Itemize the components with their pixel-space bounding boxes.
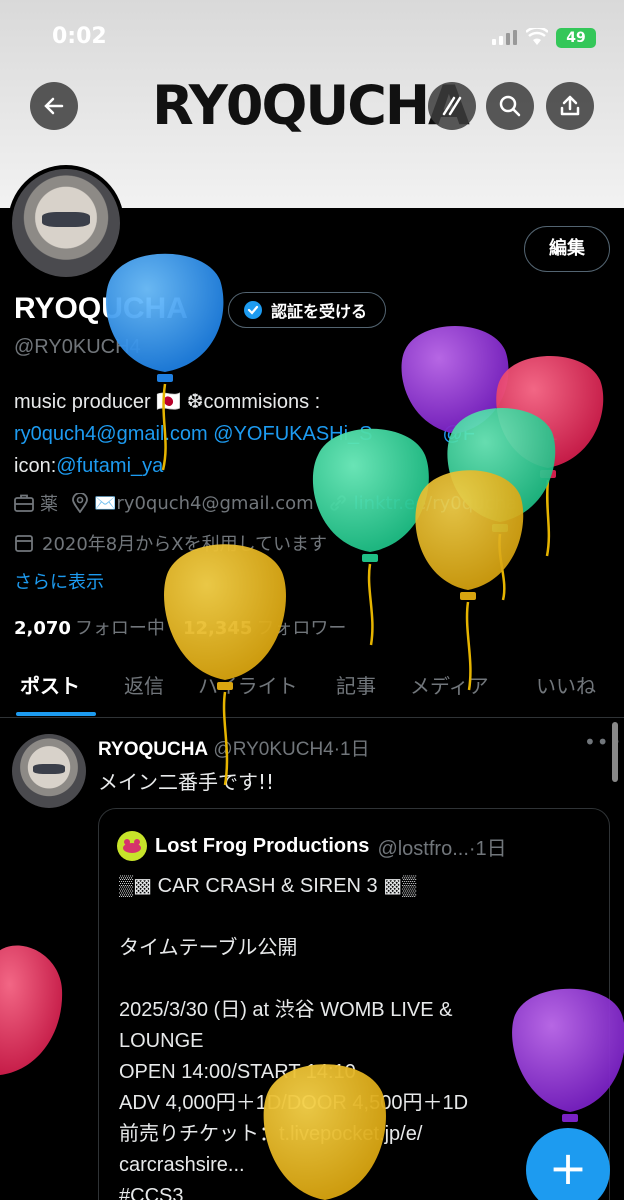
quote-author: Lost Frog Productions (155, 834, 370, 857)
scrollbar[interactable] (612, 722, 618, 782)
arrow-left-icon (44, 97, 64, 115)
post-author[interactable]: RYOQUCHA (98, 739, 208, 760)
profile-handle: @RY0KUCH4 (14, 336, 141, 358)
status-bar: 0:02 49 (0, 22, 624, 52)
tab-likes[interactable]: いいね (536, 670, 596, 699)
tab-replies[interactable]: 返信 (124, 670, 164, 699)
show-more-link[interactable]: さらに表示 (14, 568, 104, 594)
grok-icon (442, 96, 462, 116)
following-link[interactable]: 2,070 フォロー中 (14, 614, 165, 640)
svg-text:RY0QUCHA: RY0QUCHA (152, 74, 470, 137)
briefcase-icon (14, 494, 34, 512)
post-text: メイン二番手です!! (98, 770, 275, 794)
share-icon (560, 95, 580, 116)
quote-line: ADV 4,000円＋1D/DOOR 4,500円＋1D (119, 1092, 469, 1114)
battery-indicator: 49 (556, 28, 596, 48)
bio-line: icon:@futami_ya (14, 455, 164, 477)
quote-line: carcrashsire... (119, 1154, 245, 1176)
tab-media[interactable]: メディア (410, 670, 489, 699)
tab-highlights[interactable]: ハイライト (198, 670, 298, 699)
edit-profile-button[interactable]: 編集 (524, 226, 610, 272)
tab-posts[interactable]: ポスト (20, 670, 80, 699)
verify-label: 認証を受ける (271, 302, 368, 321)
bio-mention-link[interactable]: @YOFUKASHi_S (213, 423, 372, 445)
quote-handle-time: @lostfro...·1日 (377, 837, 507, 860)
tab-articles[interactable]: 記事 (336, 670, 376, 699)
quote-line (119, 902, 589, 933)
wifi-icon (526, 28, 548, 45)
search-button[interactable] (486, 82, 534, 130)
display-name: RYOQUCHA (14, 292, 188, 325)
profile-meta: 薬 ✉️ry0quch4@gmail.com linktr.ee/ry0quch… (14, 490, 517, 516)
quote-line: 前売りチケット：t.livepocket.jp/e/ (119, 1123, 423, 1145)
quote-line (119, 964, 589, 995)
quote-body: ▒▩ CAR CRASH & SIREN 3 ▩▒ タイムテーブル公開 2025… (119, 871, 589, 1200)
calendar-icon (15, 535, 33, 552)
cellular-signal-icon (492, 30, 517, 45)
profile-avatar[interactable] (8, 165, 124, 281)
quote-line: ▒▩ CAR CRASH & SIREN 3 ▩▒ (119, 875, 417, 897)
follow-stats: 2,070 フォロー中 12,345 フォロワー (14, 614, 346, 640)
bio-icon-link[interactable]: @futami_ya (56, 455, 163, 477)
followers-link[interactable]: 12,345 フォロワー (183, 614, 346, 640)
link-icon (329, 495, 346, 511)
quoted-post[interactable]: Lost Frog Productions @lostfro...·1日 ▒▩ … (98, 808, 610, 1200)
bio-mention-link[interactable]: @F LL (443, 423, 558, 445)
grok-button[interactable] (428, 82, 476, 130)
join-date: 2020年8月からXを利用しています (14, 530, 327, 556)
bio-line: music producer 🇯🇵 ❆commisions : (14, 391, 321, 413)
search-icon (499, 95, 521, 117)
back-button[interactable] (30, 82, 78, 130)
frog-avatar-icon (117, 831, 147, 861)
post-avatar[interactable] (12, 734, 86, 808)
profile-tabs: ポスト 返信 ハイライト 記事 メディア いいね (0, 660, 624, 718)
share-button[interactable] (546, 82, 594, 130)
quote-line: OPEN 14:00/START 14:10 (119, 1061, 356, 1083)
banner-logo: RY0QUCHA (152, 74, 470, 137)
verified-badge-icon (244, 301, 262, 319)
quote-line: #CCS3 (119, 1185, 184, 1200)
website[interactable]: linktr.ee/ry0qucha (328, 493, 517, 514)
profile-bio: music producer 🇯🇵 ❆commisions : ry0quch4… (14, 386, 614, 482)
status-time: 0:02 (52, 24, 107, 49)
balloon-red-left (0, 945, 63, 1075)
quote-line: LOUNGE (119, 1030, 204, 1052)
get-verified-button[interactable]: 認証を受ける (228, 292, 387, 328)
quote-header: Lost Frog Productions @lostfro...·1日 (117, 831, 507, 861)
post-handle-time: @RY0KUCH4·1日 (213, 739, 370, 760)
bio-email-link[interactable]: ry0quch4@gmail.com (14, 423, 208, 445)
quote-line: タイムテーブル公開 (119, 937, 298, 959)
active-tab-indicator (16, 712, 96, 716)
quote-line: 2025/3/30 (日) at 渋谷 WOMB LIVE & (119, 999, 453, 1021)
bio-line: ry0quch4@gmail.com @YOFUKASHi_S @F LL (14, 418, 614, 450)
location-pin-icon (72, 493, 88, 513)
post-header: RYOQUCHA @RY0KUCH4·1日 (98, 734, 370, 761)
location: ✉️ry0quch4@gmail.com (72, 493, 314, 514)
occupation: 薬 (14, 490, 58, 516)
